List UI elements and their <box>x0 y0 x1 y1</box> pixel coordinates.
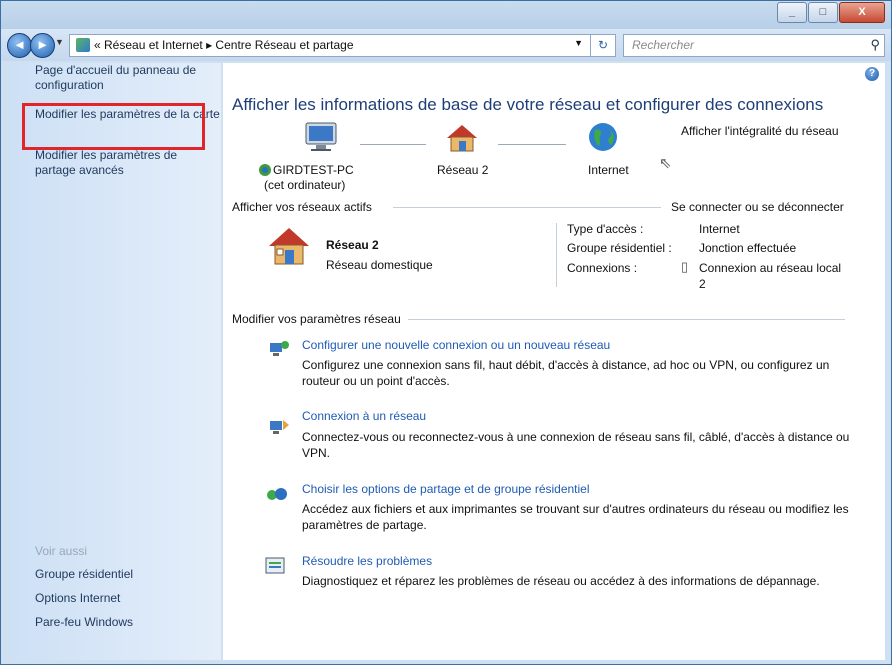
network-house-icon <box>269 228 309 265</box>
connect-network-icon <box>270 420 289 434</box>
map-connector-line <box>360 144 426 145</box>
task-troubleshoot-desc: Diagnostiquez et réparez les problèmes d… <box>302 574 820 588</box>
window-controls: _ □ X <box>776 2 885 23</box>
task-sharing-options-desc: Accédez aux fichiers et aux imprimantes … <box>302 502 849 532</box>
help-icon[interactable]: ? <box>865 67 879 81</box>
computer-name: GIRDTEST-PC <box>273 163 354 177</box>
map-network-name: Réseau 2 <box>437 163 489 177</box>
sidebar-item-firewall[interactable]: Pare-feu Windows <box>35 615 133 630</box>
connection-link-number[interactable]: 2 <box>699 277 706 291</box>
minimize-button[interactable]: _ <box>777 2 807 23</box>
network-adapter-icon: ▯ <box>681 259 689 274</box>
access-type-value: Internet <box>699 222 740 236</box>
settings-header: Modifier vos paramètres réseau <box>232 312 401 326</box>
troubleshoot-icon <box>265 557 285 574</box>
connections-label: Connexions : <box>567 261 638 275</box>
address-dropdown-icon[interactable]: ▼ <box>574 38 583 48</box>
search-icon[interactable]: ⚲ <box>870 37 880 53</box>
globe-icon <box>589 123 617 151</box>
sharing-options-icon <box>267 488 287 500</box>
task-sharing-options-link[interactable]: Choisir les options de partage et de gro… <box>302 482 590 496</box>
connect-disconnect-link[interactable]: Se connecter ou se déconnecter <box>671 200 844 214</box>
task-connect-network-link[interactable]: Connexion à un réseau <box>302 409 426 423</box>
forward-button[interactable]: ► <box>30 33 55 58</box>
task-connect-network-desc: Connectez-vous ou reconnectez-vous à une… <box>302 430 850 460</box>
sidebar-item-homegroup[interactable]: Groupe résidentiel <box>35 567 133 582</box>
see-also-label: Voir aussi <box>35 544 88 558</box>
back-button[interactable]: ◄ <box>7 33 32 58</box>
refresh-icon[interactable]: ↻ <box>590 35 615 56</box>
homegroup-link[interactable]: Jonction effectuée <box>699 241 796 255</box>
section-divider <box>408 319 845 320</box>
main-content: ? Afficher les informations de base de v… <box>223 63 885 660</box>
house-icon <box>447 125 477 152</box>
task-troubleshoot-link[interactable]: Résoudre les problèmes <box>302 554 432 568</box>
section-divider <box>393 207 661 208</box>
network-type-link[interactable]: Réseau domestique <box>326 258 433 272</box>
network-computer-icon <box>259 164 271 176</box>
computer-subtitle: (cet ordinateur) <box>264 178 346 192</box>
maximize-button[interactable]: □ <box>808 2 838 23</box>
recent-pages-dropdown[interactable]: ▼ <box>55 37 64 47</box>
new-connection-icon <box>270 341 289 356</box>
highlight-box <box>22 103 205 150</box>
homegroup-label: Groupe résidentiel : <box>567 241 672 255</box>
navigation-bar: ◄ ► ▼ « Réseau et Internet ▸ Centre Rése… <box>1 29 891 61</box>
sidebar-item-internet-options[interactable]: Options Internet <box>35 591 120 606</box>
title-bar: _ □ X <box>1 1 891 29</box>
explorer-window: _ □ X ◄ ► ▼ « Réseau et Internet ▸ Centr… <box>0 0 892 665</box>
control-panel-icon <box>76 38 90 52</box>
sidebar-item-advanced-sharing[interactable]: Modifier les paramètres de partage avanc… <box>35 148 201 178</box>
vertical-divider <box>556 223 557 287</box>
breadcrumb[interactable]: « Réseau et Internet ▸ Centre Réseau et … <box>94 38 354 52</box>
connection-link[interactable]: Connexion au réseau local <box>699 261 841 275</box>
map-connector-line <box>498 144 566 145</box>
sidebar: Page d'accueil du panneau de configurati… <box>9 63 221 660</box>
view-full-map-link[interactable]: Afficher l'intégralité du réseau <box>681 124 839 138</box>
task-new-connection-desc: Configurez une connexion sans fil, haut … <box>302 358 830 388</box>
close-button[interactable]: X <box>839 2 885 23</box>
mouse-cursor-icon: ⇖ <box>659 155 672 172</box>
sidebar-item-home[interactable]: Page d'accueil du panneau de configurati… <box>35 63 221 93</box>
search-input[interactable]: Rechercher <box>632 38 694 52</box>
page-title: Afficher les informations de base de vot… <box>232 95 824 114</box>
search-box[interactable]: Rechercher ⚲ <box>623 34 885 57</box>
access-type-label: Type d'accès : <box>567 222 644 236</box>
active-network-name: Réseau 2 <box>326 238 379 252</box>
task-new-connection-link[interactable]: Configurer une nouvelle connexion ou un … <box>302 338 610 352</box>
address-bar[interactable]: « Réseau et Internet ▸ Centre Réseau et … <box>69 34 616 57</box>
map-internet-label: Internet <box>588 163 629 177</box>
active-networks-header: Afficher vos réseaux actifs <box>232 200 372 214</box>
computer-icon <box>305 122 337 151</box>
